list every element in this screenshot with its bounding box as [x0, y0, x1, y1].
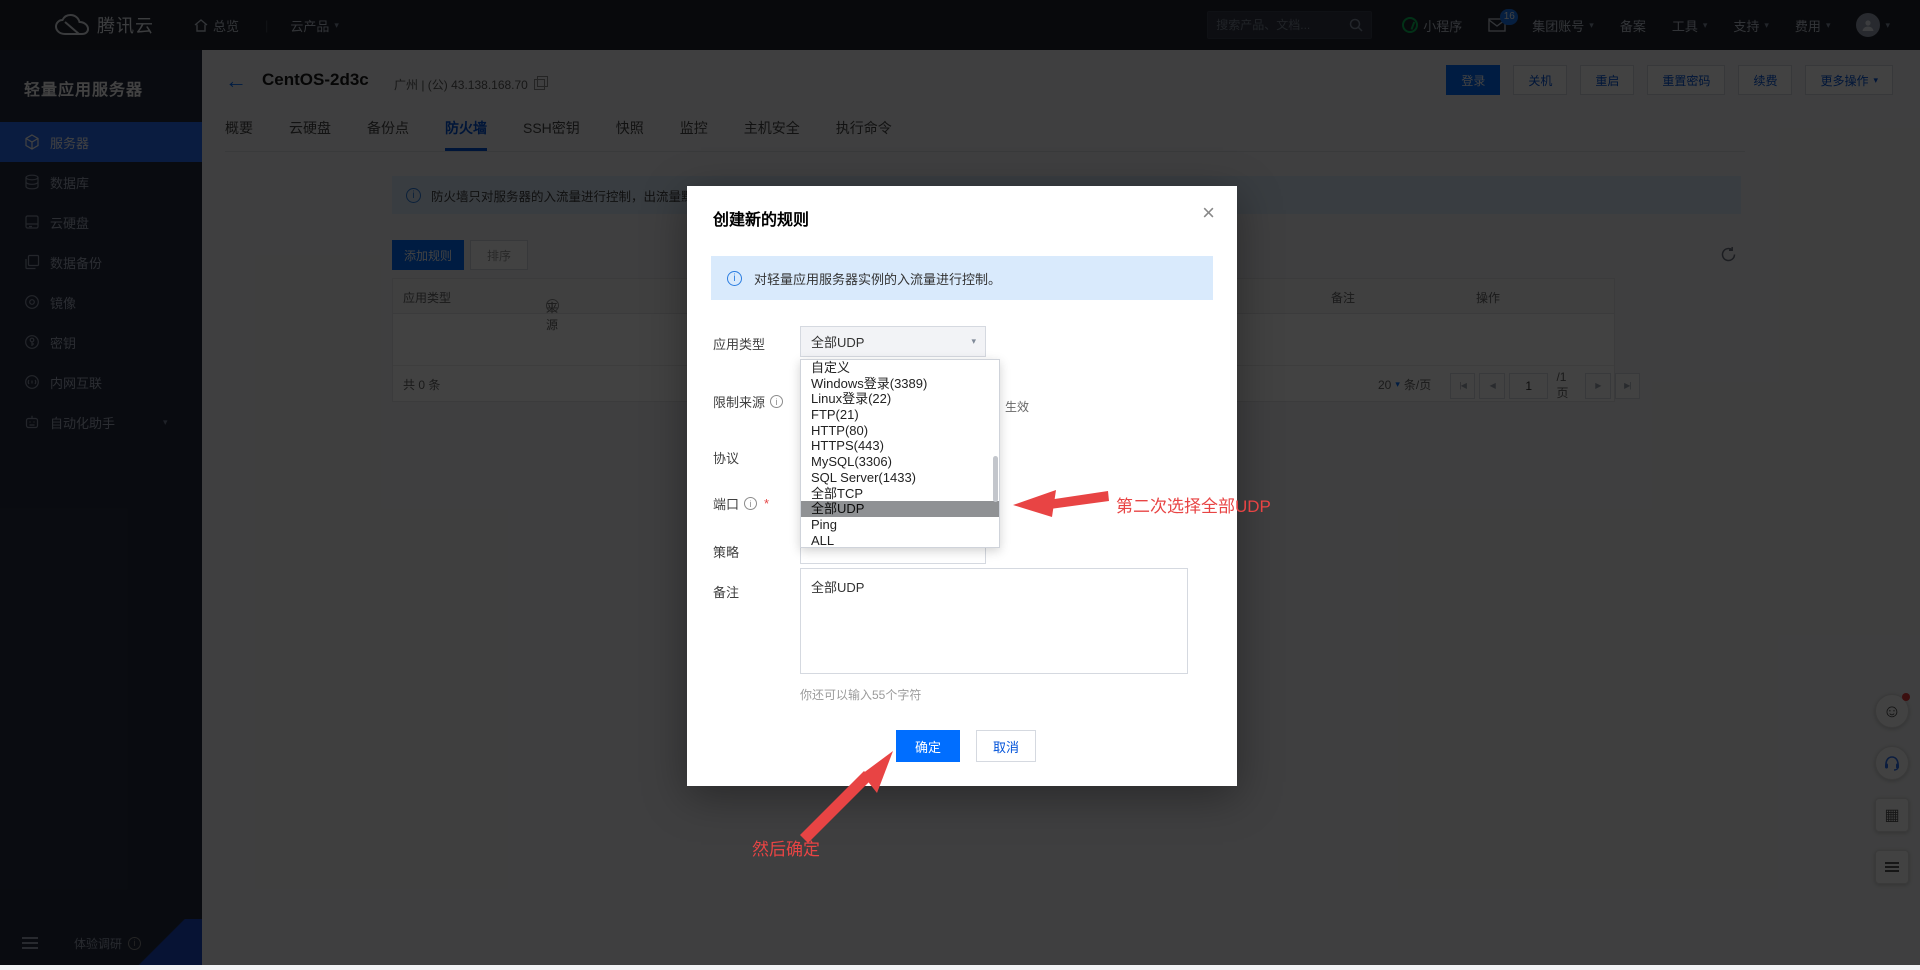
remark-hint: 你还可以输入55个字符	[800, 686, 921, 703]
app-type-label: 应用类型	[713, 334, 765, 353]
dropdown-scrollbar[interactable]	[993, 456, 998, 502]
dropdown-option-all-udp[interactable]: 全部UDP	[801, 501, 999, 517]
dropdown-option-all-tcp[interactable]: 全部TCP	[801, 486, 999, 502]
remark-textarea[interactable]: 全部UDP	[800, 568, 1188, 674]
dropdown-option-all[interactable]: ALL	[801, 533, 999, 548]
dropdown-option-sqlserver[interactable]: SQL Server(1433)	[801, 470, 999, 486]
dropdown-option-linux[interactable]: Linux登录(22)	[801, 391, 999, 407]
dropdown-option-custom[interactable]: 自定义	[801, 360, 999, 376]
dropdown-option-windows[interactable]: Windows登录(3389)	[801, 376, 999, 392]
cancel-button[interactable]: 取消	[976, 730, 1036, 762]
protocol-label: 协议	[713, 448, 739, 467]
dropdown-option-mysql[interactable]: MySQL(3306)	[801, 454, 999, 470]
source-label-text: 限制来源	[713, 392, 765, 411]
port-label-text: 端口	[713, 494, 739, 513]
modal-info-text: 对轻量应用服务器实例的入流量进行控制。	[754, 269, 1001, 288]
modal-info-banner: i 对轻量应用服务器实例的入流量进行控制。	[711, 256, 1213, 300]
policy-label: 策略	[713, 542, 739, 561]
info-icon[interactable]: i	[744, 497, 757, 510]
create-rule-modal: 创建新的规则 × i 对轻量应用服务器实例的入流量进行控制。 应用类型 全部UD…	[687, 186, 1237, 786]
required-mark: *	[764, 496, 769, 511]
chevron-down-icon: ▾	[971, 336, 976, 347]
source-label: 限制来源 i	[713, 392, 783, 411]
source-hint-fragment: 生效	[1005, 398, 1029, 415]
dropdown-option-http[interactable]: HTTP(80)	[801, 423, 999, 439]
dropdown-option-ftp[interactable]: FTP(21)	[801, 407, 999, 423]
info-icon[interactable]: i	[770, 395, 783, 408]
info-icon: i	[727, 271, 742, 286]
modal-title: 创建新的规则	[713, 206, 809, 230]
confirm-button[interactable]: 确定	[896, 730, 960, 762]
remark-label: 备注	[713, 582, 739, 601]
app-type-select[interactable]: 全部UDP ▾	[800, 326, 986, 357]
close-icon[interactable]: ×	[1202, 200, 1215, 226]
dropdown-option-https[interactable]: HTTPS(443)	[801, 438, 999, 454]
port-label: 端口 i *	[713, 494, 769, 513]
app-type-dropdown: 自定义 Windows登录(3389) Linux登录(22) FTP(21) …	[800, 359, 1000, 548]
app-type-value: 全部UDP	[811, 332, 864, 351]
dropdown-option-ping[interactable]: Ping	[801, 517, 999, 533]
